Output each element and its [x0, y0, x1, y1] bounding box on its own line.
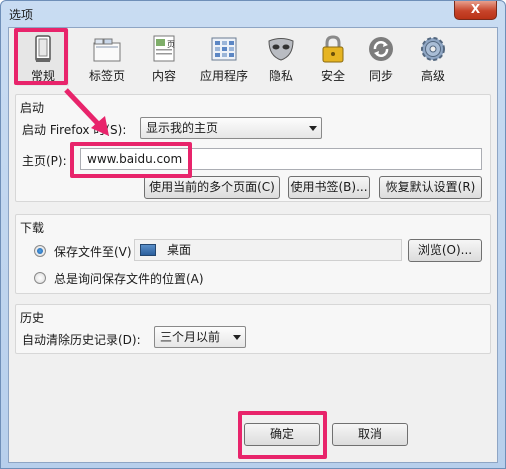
content-icon: 页	[153, 35, 175, 62]
homepage-label: 主页(P):	[22, 154, 67, 168]
pane-sync[interactable]: 同步	[359, 30, 403, 86]
startup-when-value: 显示我的主页	[146, 121, 219, 135]
downloads-group-title: 下载	[20, 221, 45, 235]
sync-icon	[369, 37, 393, 61]
always-ask-radio[interactable]	[34, 272, 46, 284]
startup-when-select[interactable]: 显示我的主页	[140, 117, 322, 139]
applications-icon	[211, 37, 237, 61]
content-icon-page-text: 页	[167, 40, 175, 49]
history-group: 历史 自动清除历史记录(D): 三个月以前	[15, 304, 491, 354]
advanced-icon	[421, 37, 445, 61]
highlight-box-homepage	[70, 142, 192, 178]
pane-content[interactable]: 页 内容	[139, 30, 189, 86]
pane-privacy[interactable]: 隐私	[259, 30, 303, 86]
auto-clear-select[interactable]: 三个月以前	[154, 326, 246, 348]
title-bar[interactable]: 选项 X	[1, 1, 505, 27]
chevron-down-icon	[309, 126, 317, 131]
pane-applications[interactable]: 应用程序	[193, 30, 255, 86]
pane-label: 标签页	[88, 69, 125, 83]
downloads-group: 下载 保存文件至(V) 桌面 浏览(O)... 总是询问保存文件的位置(A)	[15, 214, 491, 294]
pane-toolbar: 常规 标签页 页 内容 应用程序 隐私 安全 同步 高级	[9, 28, 497, 88]
chevron-down-icon	[233, 335, 241, 340]
browse-button[interactable]: 浏览(O)...	[408, 239, 482, 262]
use-current-pages-button[interactable]: 使用当前的多个页面(C)	[144, 176, 280, 199]
security-icon	[322, 35, 344, 63]
pane-label: 应用程序	[199, 69, 248, 83]
pane-advanced[interactable]: 高级	[411, 30, 455, 86]
close-button[interactable]: X	[454, 1, 497, 20]
pane-label: 内容	[151, 69, 176, 83]
download-folder-value: 桌面	[167, 243, 192, 257]
always-ask-label: 总是询问保存文件的位置(A)	[54, 272, 204, 286]
save-to-radio[interactable]	[34, 245, 46, 257]
dialog-body: 常规 标签页 页 内容 应用程序 隐私 安全 同步 高级 启动 启动 Firef…	[8, 27, 498, 463]
cancel-button[interactable]: 取消	[332, 423, 408, 446]
desktop-icon	[140, 244, 156, 256]
pane-label: 同步	[368, 69, 393, 83]
highlight-box-ok	[238, 411, 327, 459]
pane-label: 高级	[420, 69, 445, 83]
auto-clear-value: 三个月以前	[160, 330, 221, 344]
pane-tabs[interactable]: 标签页	[77, 30, 137, 86]
highlight-box-general	[14, 28, 68, 85]
options-window: 选项 X 常规 标签页 页 内容 应用程序 隐私 安全 同步 高级 启动 启动 …	[0, 0, 506, 469]
history-group-title: 历史	[20, 311, 45, 325]
pane-security[interactable]: 安全	[311, 30, 355, 86]
startup-group-title: 启动	[20, 101, 45, 115]
pane-label: 隐私	[268, 69, 293, 83]
restore-default-button[interactable]: 恢复默认设置(R)	[379, 176, 482, 199]
download-folder-field: 桌面	[134, 239, 402, 261]
privacy-icon	[268, 38, 294, 61]
save-to-label: 保存文件至(V)	[54, 245, 132, 259]
auto-clear-label: 自动清除历史记录(D):	[22, 333, 141, 347]
tabs-icon	[93, 38, 121, 62]
pane-label: 安全	[320, 69, 345, 83]
startup-when-label: 启动 Firefox 时(S):	[22, 123, 127, 137]
use-bookmark-button[interactable]: 使用书签(B)...	[288, 176, 370, 199]
window-title: 选项	[9, 8, 34, 22]
